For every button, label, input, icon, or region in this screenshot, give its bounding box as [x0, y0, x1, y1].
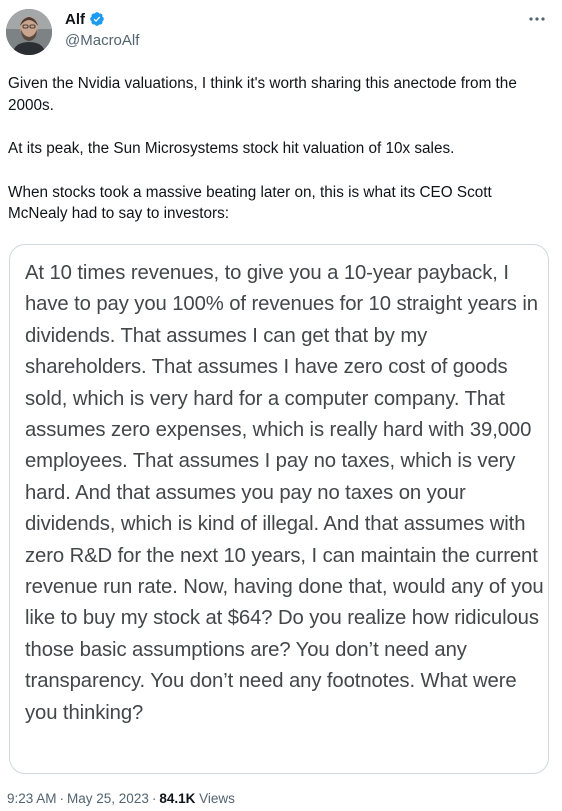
more-options-button[interactable] [526, 12, 548, 26]
quote-image-text: At 10 times revenues, to give you a 10-y… [25, 262, 544, 724]
handle[interactable]: @MacroAlf [65, 32, 139, 49]
tweet: Alf @MacroAlf Given the Nvidia valuation… [0, 0, 562, 811]
views-count: 84.1K [159, 791, 196, 806]
views-label: Views [199, 791, 235, 806]
verified-badge-icon [89, 11, 105, 27]
separator: · [151, 791, 157, 806]
tweet-date: May 25, 2023 [67, 791, 149, 806]
tweet-paragraph: At its peak, the Sun Microsystems stock … [8, 140, 455, 157]
avatar[interactable] [6, 9, 52, 55]
tweet-time: 9:23 AM [7, 791, 57, 806]
separator: · [59, 791, 65, 806]
tweet-paragraph: Given the Nvidia valuations, I think it'… [8, 75, 517, 114]
tweet-text: Given the Nvidia valuations, I think it'… [8, 73, 553, 225]
timestamp-link[interactable]: 9:23 AM · May 25, 2023 [7, 791, 149, 806]
tweet-paragraph: When stocks took a massive beating later… [8, 183, 492, 223]
avatar-photo [6, 9, 52, 55]
more-horizontal-icon [529, 17, 545, 21]
name-row: Alf [65, 9, 139, 29]
author-info: Alf @MacroAlf [65, 9, 139, 50]
quote-image-card[interactable]: At 10 times revenues, to give you a 10-y… [9, 244, 549, 774]
tweet-metadata: 9:23 AM · May 25, 2023 · 84.1K Views [7, 791, 235, 806]
display-name[interactable]: Alf [65, 11, 85, 28]
